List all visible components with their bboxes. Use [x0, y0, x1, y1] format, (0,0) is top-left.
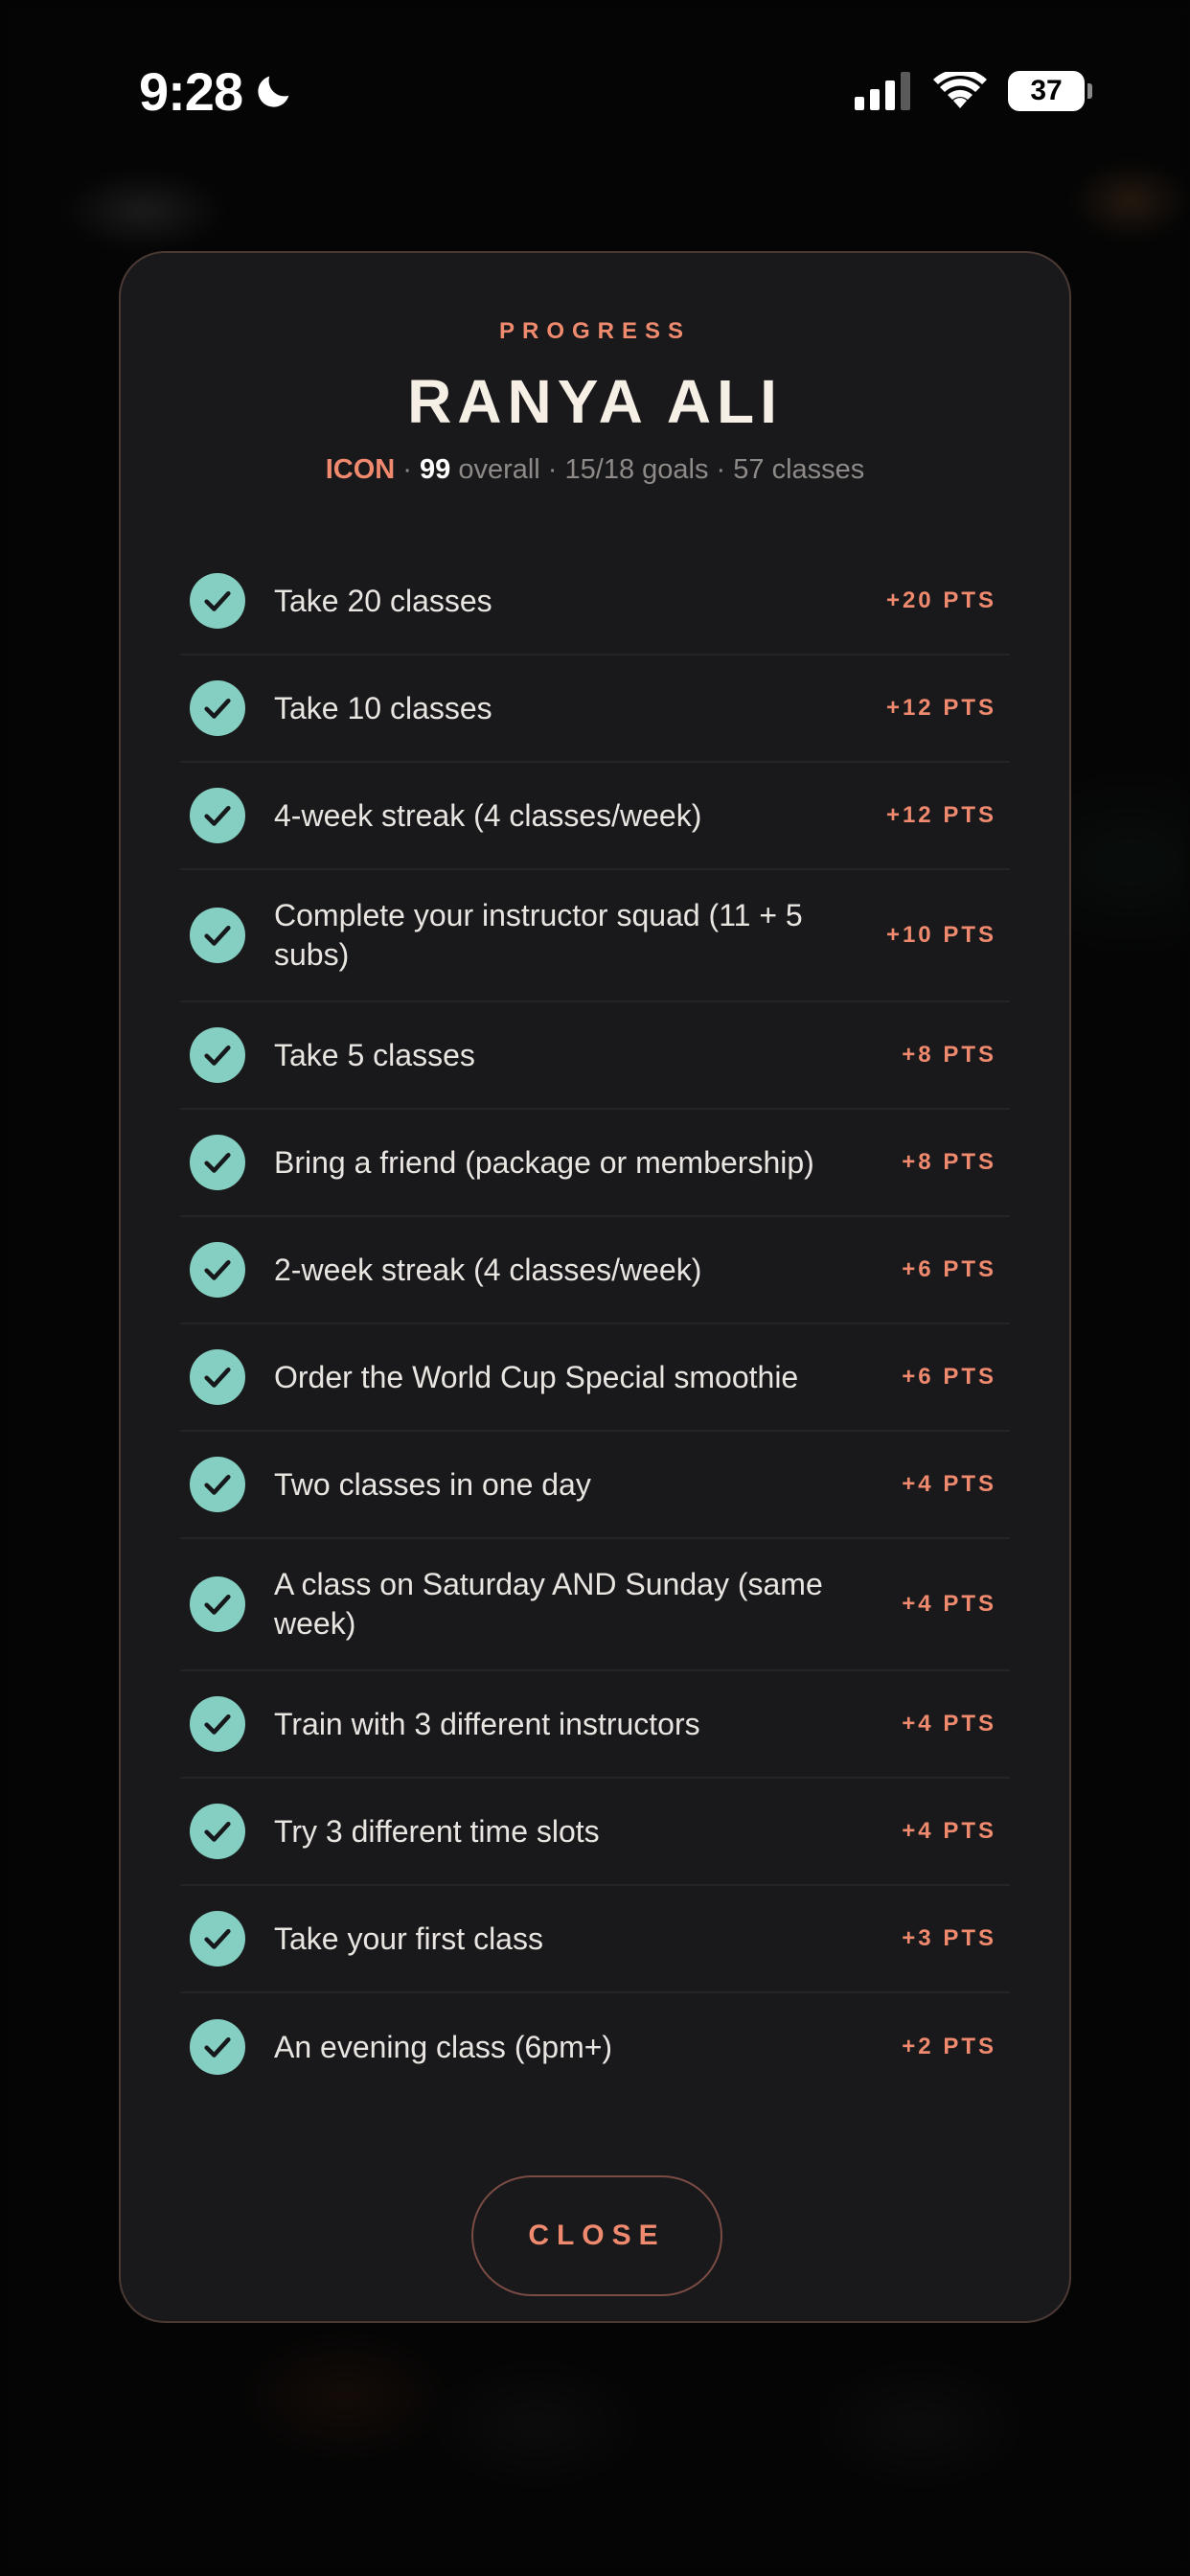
battery-icon: 37: [1008, 71, 1092, 111]
status-right: 37: [855, 71, 1092, 111]
check-icon: [190, 1804, 245, 1859]
check-icon: [190, 1457, 245, 1512]
goal-label: Train with 3 different instructors: [274, 1706, 700, 1741]
goal-points: +20 PTS: [885, 587, 996, 613]
battery-level: 37: [1030, 75, 1063, 106]
close-button[interactable]: CLOSE: [471, 2175, 722, 2296]
goal-points: +2 PTS: [902, 2034, 996, 2059]
goal-label: Two classes in one day: [274, 1466, 591, 1502]
goal-row: An evening class (6pm+) +2 PTS: [180, 1993, 1010, 2101]
goal-label: 2-week streak (4 classes/week): [274, 1252, 702, 1287]
goal-points: +4 PTS: [902, 1591, 996, 1617]
status-left: 9:28: [139, 60, 296, 123]
goal-label: An evening class (6pm+): [274, 2029, 613, 2064]
goal-points: +8 PTS: [902, 1149, 996, 1175]
goal-label: Complete your instructor squad (11 + 5 s…: [274, 898, 803, 972]
check-icon: [190, 1027, 245, 1083]
goal-label: Take 5 classes: [274, 1037, 475, 1072]
tier-badge: ICON: [325, 454, 396, 485]
overall-score: 99: [420, 454, 451, 485]
progress-modal: PROGRESS RANYA ALI ICON · 99 overall · 1…: [119, 251, 1071, 2323]
goal-points: +12 PTS: [885, 802, 996, 828]
goal-row: Order the World Cup Special smoothie +6 …: [180, 1324, 1010, 1432]
member-name: RANYA ALI: [407, 367, 783, 436]
goal-row: Try 3 different time slots +4 PTS: [180, 1779, 1010, 1886]
goal-points: +6 PTS: [902, 1256, 996, 1282]
goal-row: 4-week streak (4 classes/week) +12 PTS: [180, 763, 1010, 870]
goal-points: +3 PTS: [902, 1925, 996, 1951]
goal-points: +4 PTS: [902, 1818, 996, 1844]
goal-points: +10 PTS: [885, 922, 996, 948]
goal-points: +6 PTS: [902, 1364, 996, 1390]
check-icon: [190, 2019, 245, 2075]
goal-row: Complete your instructor squad (11 + 5 s…: [180, 870, 1010, 1002]
goal-label: A class on Saturday AND Sunday (same wee…: [274, 1567, 823, 1641]
goal-list: Take 20 classes +20 PTS Take 10 classes …: [180, 548, 1010, 2101]
goal-points: +4 PTS: [902, 1471, 996, 1497]
modal-eyebrow: PROGRESS: [498, 318, 692, 344]
goal-row: Take 10 classes +12 PTS: [180, 656, 1010, 763]
goal-label: Take 10 classes: [274, 690, 492, 725]
goal-label: Order the World Cup Special smoothie: [274, 1359, 799, 1394]
summary-separator: ·: [395, 454, 420, 485]
goal-row: Take your first class +3 PTS: [180, 1886, 1010, 1993]
check-icon: [190, 1911, 245, 1966]
goal-label: 4-week streak (4 classes/week): [274, 797, 702, 833]
check-icon: [190, 908, 245, 963]
summary-details: overall · 15/18 goals · 57 classes: [450, 454, 865, 485]
check-icon: [190, 1696, 245, 1752]
goal-label: Try 3 different time slots: [274, 1813, 600, 1849]
goal-points: +12 PTS: [885, 695, 996, 721]
check-icon: [190, 1349, 245, 1405]
check-icon: [190, 573, 245, 629]
check-icon: [190, 788, 245, 843]
cellular-signal-icon: [855, 72, 910, 110]
goal-row: Bring a friend (package or membership) +…: [180, 1110, 1010, 1217]
goal-row: 2-week streak (4 classes/week) +6 PTS: [180, 1217, 1010, 1324]
goal-row: Take 20 classes +20 PTS: [180, 548, 1010, 656]
moon-icon: [258, 76, 289, 107]
status-bar: 9:28 37: [0, 0, 1190, 182]
check-icon: [190, 1242, 245, 1298]
goal-points: +8 PTS: [902, 1042, 996, 1068]
goal-row: Take 5 classes +8 PTS: [180, 1002, 1010, 1110]
goal-points: +4 PTS: [902, 1711, 996, 1736]
wifi-icon: [933, 72, 987, 108]
status-time: 9:28: [139, 60, 243, 122]
goal-label: Take 20 classes: [274, 583, 492, 618]
goal-label: Take your first class: [274, 1920, 543, 1956]
check-icon: [190, 680, 245, 736]
goal-row: Train with 3 different instructors +4 PT…: [180, 1671, 1010, 1779]
check-icon: [190, 1576, 245, 1632]
goal-row: A class on Saturday AND Sunday (same wee…: [180, 1539, 1010, 1671]
goal-row: Two classes in one day +4 PTS: [180, 1432, 1010, 1539]
progress-summary: ICON · 99 overall · 15/18 goals · 57 cla…: [121, 454, 1069, 486]
check-icon: [190, 1135, 245, 1190]
goal-label: Bring a friend (package or membership): [274, 1144, 814, 1180]
